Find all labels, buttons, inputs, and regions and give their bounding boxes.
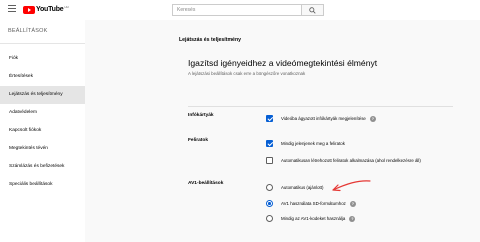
sidebar-item-playback[interactable]: Lejátszás és teljesítmény bbox=[0, 86, 85, 104]
av1-always-radio[interactable] bbox=[266, 215, 273, 222]
annotation-arrow-icon bbox=[332, 180, 371, 192]
av1-sd-label: AV1 használata SD-formátumhoz bbox=[281, 201, 346, 206]
av1-auto-radio[interactable] bbox=[266, 184, 273, 191]
youtube-play-icon bbox=[23, 5, 35, 14]
country-code: HU bbox=[64, 5, 69, 9]
av1-label: AV1-beállítások bbox=[188, 181, 224, 186]
captions-option-always[interactable]: Mindig jelenjenek meg a feliratok bbox=[266, 140, 345, 147]
search-button[interactable] bbox=[302, 4, 324, 16]
help-icon[interactable]: ? bbox=[349, 200, 356, 207]
captions-always-checkbox[interactable] bbox=[266, 140, 273, 147]
sidebar-item-account[interactable]: Fiók bbox=[0, 50, 85, 68]
sidebar-item-tv[interactable]: Megtekintés tévén bbox=[0, 140, 85, 158]
av1-option-always[interactable]: Mindig az AV1-kodeket használja ? bbox=[266, 215, 356, 222]
sidebar-item-privacy[interactable]: Adatvédelem bbox=[0, 104, 85, 122]
brand-name: YouTube bbox=[36, 6, 64, 13]
av1-option-sd[interactable]: AV1 használata SD-formátumhoz ? bbox=[266, 200, 356, 207]
search-icon bbox=[309, 7, 316, 14]
sidebar-item-notifications[interactable]: Értesítések bbox=[0, 68, 85, 86]
infocards-label: Infókártyák bbox=[188, 113, 214, 118]
captions-auto-label: Automatikusan létrehozott feliratok alka… bbox=[281, 158, 421, 163]
menu-icon[interactable] bbox=[8, 5, 16, 13]
top-bar: YouTube HU Keresés bbox=[0, 0, 480, 20]
infocards-checkbox[interactable] bbox=[266, 115, 273, 122]
divider bbox=[188, 106, 453, 107]
settings-sidebar: BEÁLLÍTÁSOK Fiók Értesítések Lejátszás é… bbox=[0, 20, 85, 242]
sidebar-item-billing[interactable]: Számlázás és befizetések bbox=[0, 158, 85, 176]
search-input[interactable]: Keresés bbox=[172, 4, 302, 16]
captions-auto-checkbox[interactable] bbox=[266, 157, 273, 164]
sidebar-item-connected-apps[interactable]: Kapcsolt fiókok bbox=[0, 122, 85, 140]
section-title: Lejátszás és teljesítmény bbox=[179, 37, 241, 43]
av1-sd-radio[interactable] bbox=[266, 200, 273, 207]
sidebar-item-advanced[interactable]: Speciális beállítások bbox=[0, 176, 85, 194]
help-icon[interactable]: ? bbox=[369, 115, 376, 122]
sidebar-title: BEÁLLÍTÁSOK bbox=[0, 20, 85, 44]
page-headline: Igazítsd igényeidhez a videómegtekintési… bbox=[188, 58, 378, 68]
captions-label: Feliratok bbox=[188, 138, 208, 143]
infocards-option-label: Videóba ágyazott infókártyák megjeleníté… bbox=[281, 116, 366, 121]
av1-always-label: Mindig az AV1-kodeket használja bbox=[281, 216, 346, 221]
help-icon[interactable]: ? bbox=[349, 215, 356, 222]
av1-option-auto[interactable]: Automatikus (ajánlott) bbox=[266, 184, 323, 191]
captions-option-auto[interactable]: Automatikusan létrehozott feliratok alka… bbox=[266, 157, 421, 164]
captions-always-label: Mindig jelenjenek meg a feliratok bbox=[281, 141, 345, 146]
page-subtitle: A lejátszási beállítások csak erre a bön… bbox=[188, 71, 306, 76]
youtube-logo[interactable]: YouTube HU bbox=[23, 5, 69, 14]
av1-auto-label: Automatikus (ajánlott) bbox=[281, 185, 324, 190]
infocards-option[interactable]: Videóba ágyazott infókártyák megjeleníté… bbox=[266, 115, 376, 122]
